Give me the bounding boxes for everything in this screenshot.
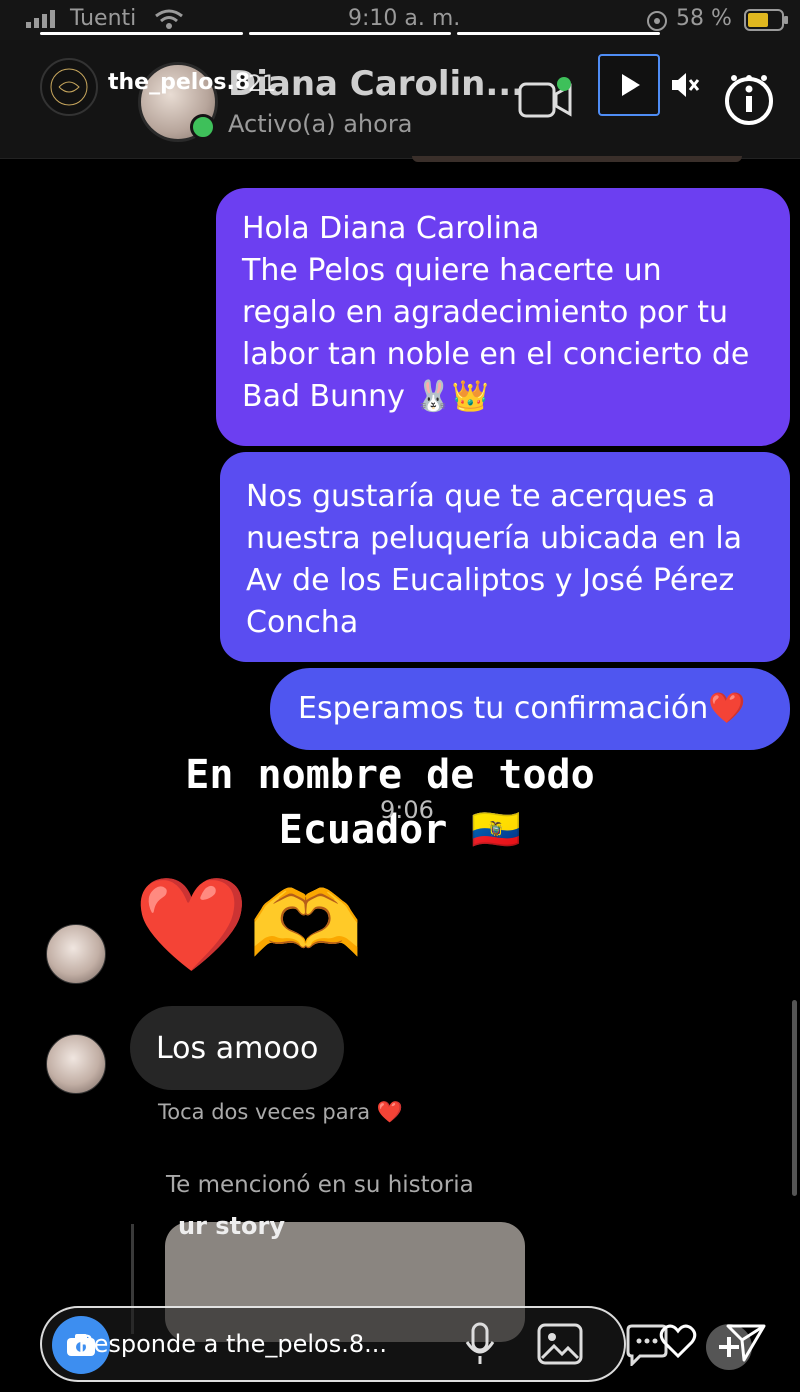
story-overlay-text: En nombre de todo — [185, 752, 595, 798]
message-line: labor tan noble en el concierto de — [242, 337, 750, 372]
clock: 9:10 a. m. — [348, 6, 461, 31]
message-line: The Pelos quiere hacerte un — [242, 253, 662, 288]
message-line: Esperamos tu confirmación❤️ — [298, 691, 746, 726]
outgoing-message[interactable]: Esperamos tu confirmación❤️ — [270, 668, 790, 750]
battery-percent: 58 % — [676, 6, 732, 31]
mention-notice: Te mencionó en su historia — [166, 1172, 474, 1198]
heart-icon[interactable] — [658, 1322, 698, 1362]
outgoing-message[interactable]: Hola Diana Carolina The Pelos quiere hac… — [216, 188, 790, 446]
message-line: Av de los Eucaliptos y José Pérez — [246, 563, 735, 598]
message-line: regalo en agradecimiento por tu — [242, 295, 728, 330]
message-line: Bad Bunny 🐰👑 — [242, 379, 490, 414]
contact-activity: Activo(a) ahora — [228, 110, 413, 138]
message-line: Concha — [246, 605, 359, 640]
play-icon[interactable] — [598, 54, 660, 116]
story-progress — [40, 32, 661, 35]
story-avatar[interactable] — [40, 58, 98, 116]
incoming-message[interactable]: Los amooo — [130, 1006, 345, 1090]
signal-icon — [26, 10, 60, 32]
info-icon[interactable] — [720, 70, 778, 128]
message-line: Nos gustaría que te acerques a — [246, 479, 716, 514]
double-tap-hint: Toca dos veces para ❤️ — [158, 1100, 403, 1124]
story-username[interactable]: the_pelos.8 — [108, 70, 250, 95]
online-indicator — [190, 114, 216, 140]
wifi-icon — [154, 8, 184, 34]
mute-icon[interactable] — [668, 68, 702, 102]
story-card-label: ur story — [178, 1212, 286, 1240]
outgoing-message[interactable]: Nos gustaría que te acerques a nuestra p… — [220, 452, 790, 662]
story-time: 21 — [248, 72, 276, 97]
sender-avatar[interactable] — [46, 924, 106, 984]
video-call-icon[interactable] — [516, 76, 574, 122]
message-line: nuestra peluquería ubicada en la — [246, 521, 743, 556]
story-edge — [412, 156, 742, 162]
carrier-label: Tuenti — [70, 6, 137, 31]
scrollbar[interactable] — [792, 1000, 797, 1196]
message-line: Hola Diana Carolina — [242, 211, 540, 246]
sender-avatar[interactable] — [46, 1034, 106, 1094]
reply-placeholder: Responde a the_pelos.8... — [78, 1330, 387, 1358]
gallery-icon[interactable] — [536, 1322, 584, 1366]
logo-icon — [50, 68, 88, 106]
message-timestamp: 9:06 — [380, 796, 434, 824]
mic-icon[interactable] — [462, 1322, 498, 1366]
send-icon[interactable] — [724, 1320, 768, 1364]
battery-icon — [744, 8, 790, 36]
incoming-emoji-message[interactable]: ❤️🫶 — [134, 870, 363, 980]
